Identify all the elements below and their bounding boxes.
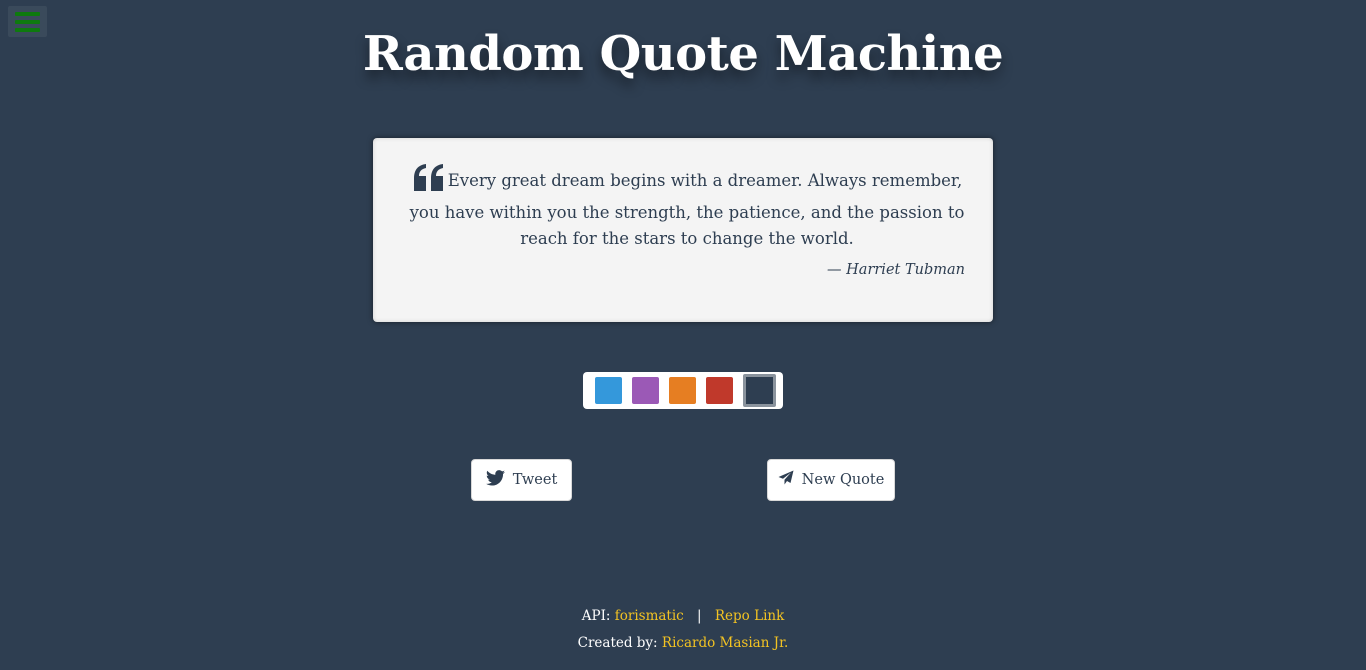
- tweet-button[interactable]: Tweet: [471, 459, 572, 501]
- api-link[interactable]: forismatic: [615, 608, 684, 624]
- footer-separator: |: [697, 608, 702, 624]
- hamburger-icon-bar: [15, 19, 40, 24]
- color-swatch-purple[interactable]: [632, 377, 659, 404]
- repo-link[interactable]: Repo Link: [715, 608, 784, 624]
- new-quote-button[interactable]: New Quote: [767, 459, 895, 501]
- author-link[interactable]: Ricardo Masian Jr.: [662, 635, 788, 651]
- api-label: API:: [581, 608, 611, 624]
- quote-left-icon: [412, 164, 446, 200]
- created-by-label: Created by:: [577, 635, 658, 651]
- quote-card: Every great dream begins with a dreamer.…: [373, 138, 993, 322]
- color-swatch-dark[interactable]: [743, 374, 776, 407]
- color-swatch-red[interactable]: [706, 377, 733, 404]
- tweet-button-label: Tweet: [512, 472, 558, 488]
- quote-text: Every great dream begins with a dreamer.…: [409, 171, 965, 248]
- page-title: Random Quote Machine: [362, 26, 1004, 82]
- color-swatch-blue[interactable]: [595, 377, 622, 404]
- paper-plane-icon: [778, 470, 794, 490]
- footer-links-row: API: forismatic | Repo Link: [0, 603, 1366, 630]
- new-quote-button-label: New Quote: [801, 472, 885, 488]
- quote-text-block: Every great dream begins with a dreamer.…: [409, 164, 965, 252]
- color-swatch-orange[interactable]: [669, 377, 696, 404]
- quote-author: — Harriet Tubman: [827, 262, 965, 278]
- color-picker: [583, 372, 783, 409]
- twitter-icon: [485, 470, 505, 490]
- hamburger-icon-bar: [15, 11, 40, 16]
- footer: API: forismatic | Repo Link Created by: …: [0, 603, 1366, 657]
- footer-credit-row: Created by: Ricardo Masian Jr.: [0, 630, 1366, 657]
